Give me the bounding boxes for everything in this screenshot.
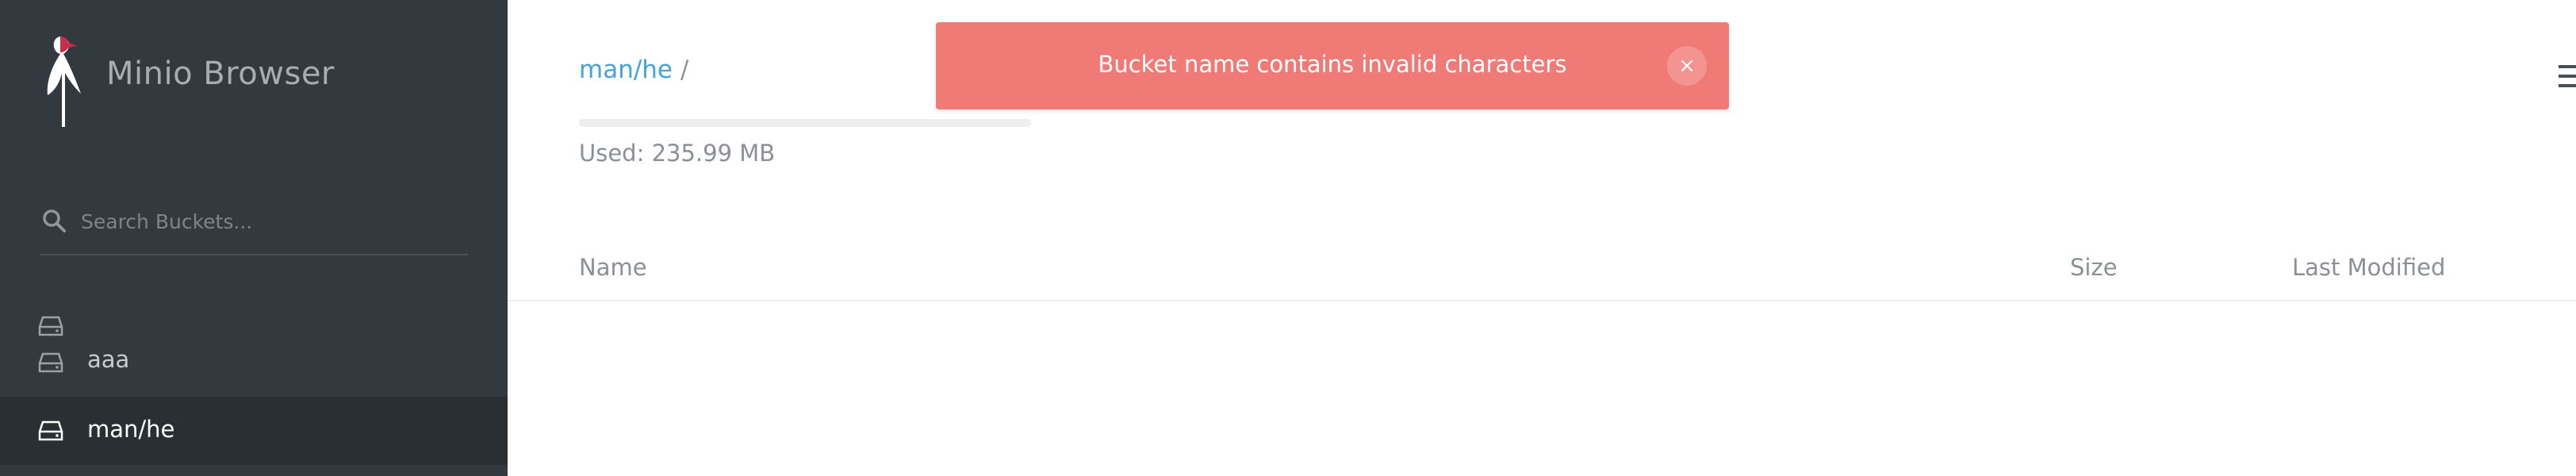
storage-used-text: Used: 235.99 MB: [579, 140, 776, 167]
column-header-name[interactable]: Name: [579, 254, 647, 281]
hamburger-menu-icon[interactable]: [2559, 63, 2576, 89]
drive-icon: [38, 316, 63, 336]
drive-icon: [38, 420, 63, 441]
object-table-header: Name Size Last Modified: [508, 238, 2576, 301]
alert-close-button[interactable]: ×: [1667, 46, 1707, 86]
drive-icon: [38, 352, 63, 373]
bucket-item[interactable]: [0, 311, 508, 340]
storage-usage-bar: [579, 119, 1031, 127]
sidebar: Minio Browser aaa: [0, 0, 508, 476]
app-title: Minio Browser: [106, 56, 335, 92]
search-icon: [43, 209, 66, 232]
column-header-size[interactable]: Size: [2070, 254, 2118, 281]
error-alert: Bucket name contains invalid characters …: [936, 22, 1729, 109]
bucket-item-aaa[interactable]: aaa: [0, 343, 508, 390]
bucket-label: man/he: [87, 416, 175, 443]
bucket-label: aaa: [87, 346, 130, 373]
bucket-search: [40, 198, 468, 255]
search-input[interactable]: [79, 203, 463, 240]
breadcrumb-separator: /: [680, 56, 689, 84]
breadcrumb-bucket-link[interactable]: man/he: [579, 56, 673, 84]
alert-message: Bucket name contains invalid characters: [1098, 51, 1567, 78]
column-header-last-modified[interactable]: Last Modified: [2292, 254, 2445, 281]
bucket-item-man-he[interactable]: man/he: [0, 397, 508, 465]
breadcrumb: man/he /: [579, 56, 688, 84]
minio-logo-icon: [47, 36, 81, 127]
